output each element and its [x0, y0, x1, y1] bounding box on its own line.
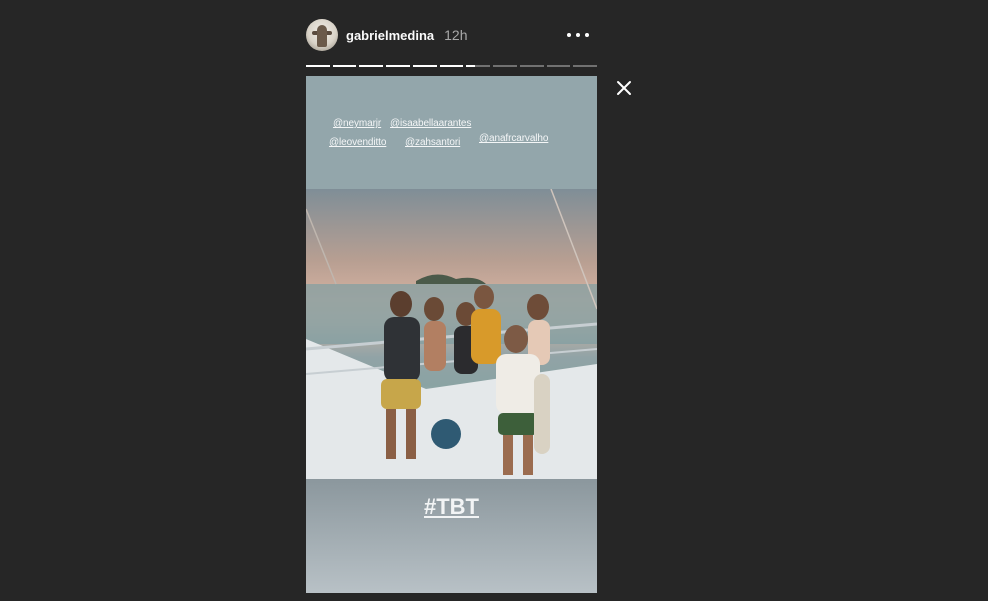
more-options-icon[interactable] [567, 27, 589, 43]
story-progress-bar [306, 65, 598, 67]
timestamp: 12h [444, 27, 468, 43]
story-content[interactable]: @neymarjr @isaabellaarantes @leovenditto… [306, 76, 597, 593]
mention-neymarjr[interactable]: @neymarjr [333, 118, 381, 129]
avatar[interactable] [306, 19, 338, 51]
progress-segment [493, 65, 517, 67]
story-viewer: gabrielmedina 12h @neymarjr @isaabellaar… [0, 0, 988, 601]
progress-segment [359, 65, 384, 67]
progress-segment [386, 65, 410, 67]
story-top-band: @neymarjr @isaabellaarantes @leovenditto… [306, 76, 597, 189]
mention-anafrcarvalho[interactable]: @anafrcarvalho [479, 133, 548, 144]
mention-isaabellaarantes[interactable]: @isaabellaarantes [390, 118, 471, 129]
mention-zahsantori[interactable]: @zahsantori [405, 137, 460, 148]
progress-segment [306, 65, 330, 67]
close-icon[interactable] [612, 76, 636, 100]
mention-leovenditto[interactable]: @leovenditto [329, 137, 386, 148]
progress-segment [573, 65, 598, 67]
progress-segment [546, 65, 571, 67]
story-photo [306, 189, 597, 479]
progress-segment [332, 65, 357, 67]
username-link[interactable]: gabrielmedina [346, 28, 434, 43]
progress-segment [466, 65, 491, 67]
story-header: gabrielmedina 12h [306, 18, 597, 52]
progress-segment [412, 65, 437, 67]
progress-segment [519, 65, 544, 67]
hashtag-tbt[interactable]: #TBT [306, 494, 597, 520]
progress-segment [439, 65, 464, 67]
